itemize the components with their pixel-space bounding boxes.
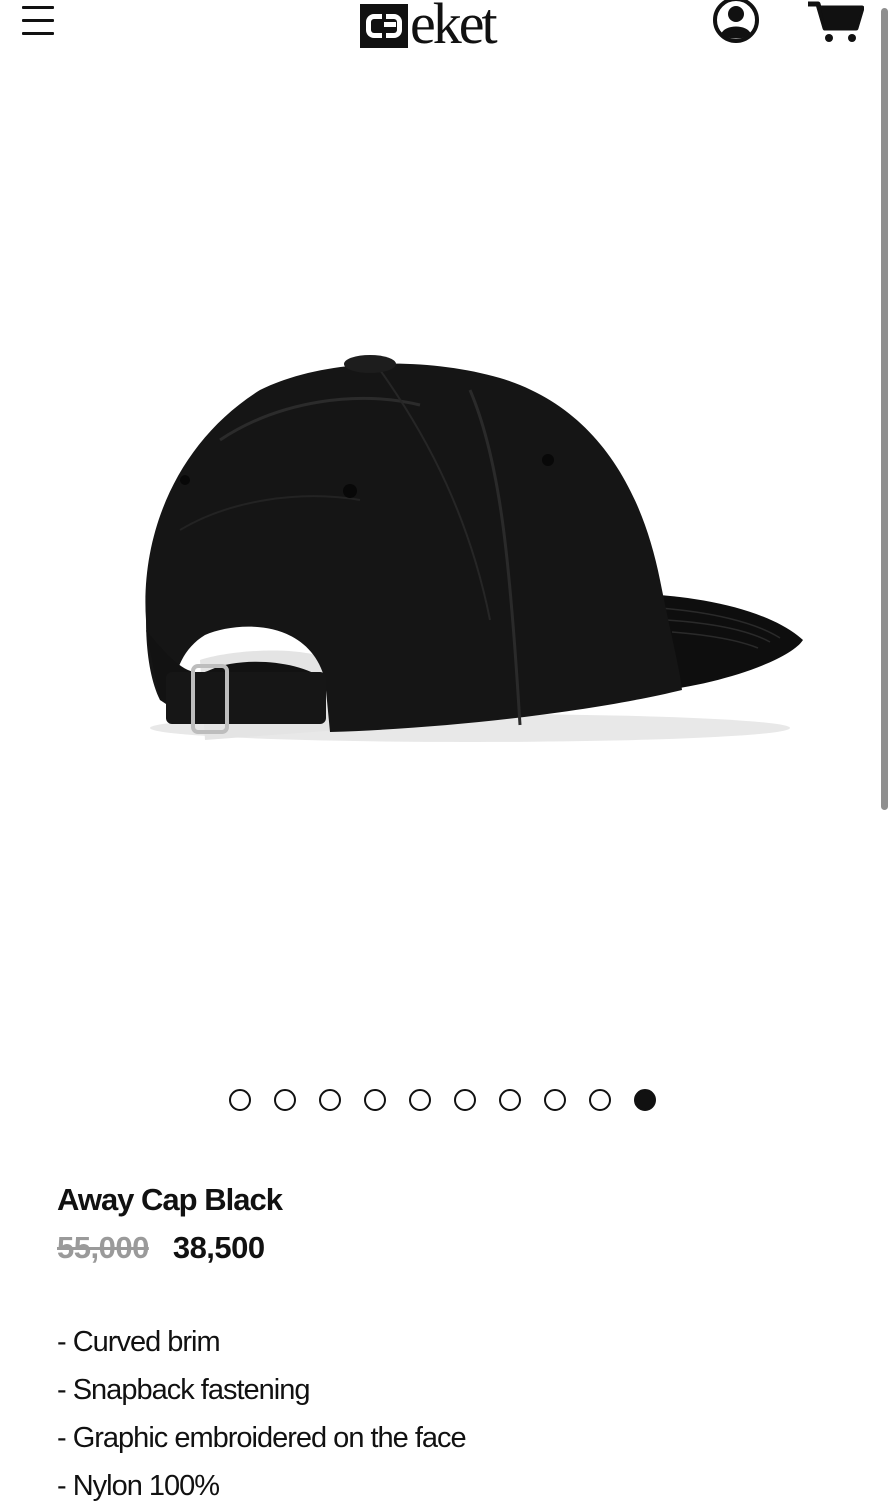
feature-list: - Curved brim - Snapback fastening - Gra… bbox=[57, 1318, 467, 1510]
feature-item: - Nylon 100% bbox=[57, 1470, 220, 1502]
logo-mark-icon bbox=[360, 4, 408, 48]
carousel-dot[interactable] bbox=[319, 1089, 341, 1111]
carousel-dot[interactable] bbox=[229, 1089, 251, 1111]
cart-icon[interactable] bbox=[806, 0, 864, 44]
carousel-dot[interactable] bbox=[544, 1089, 566, 1111]
feature-item: - Snapback fastening bbox=[57, 1374, 310, 1406]
product-image[interactable] bbox=[0, 60, 880, 1070]
site-header: eket bbox=[0, 0, 894, 56]
site-logo[interactable]: eket bbox=[360, 0, 498, 56]
logo-text: eket bbox=[410, 0, 498, 56]
carousel-dot[interactable] bbox=[364, 1089, 386, 1111]
carousel-dot[interactable] bbox=[409, 1089, 431, 1111]
carousel-dot[interactable] bbox=[454, 1089, 476, 1111]
price-row: 55,000 38,500 bbox=[57, 1230, 265, 1266]
carousel-dot[interactable] bbox=[589, 1089, 611, 1111]
hamburger-menu-icon[interactable] bbox=[22, 4, 56, 36]
feature-item: - Graphic embroidered on the face bbox=[57, 1422, 467, 1454]
original-price: 55,000 bbox=[57, 1230, 149, 1265]
account-icon[interactable] bbox=[712, 0, 760, 43]
feature-item: - Curved brim bbox=[57, 1326, 221, 1358]
carousel-dot-active[interactable] bbox=[634, 1089, 656, 1111]
carousel-dots bbox=[229, 1089, 656, 1115]
sale-price: 38,500 bbox=[172, 1230, 265, 1265]
carousel-dot[interactable] bbox=[274, 1089, 296, 1111]
product-title: Away Cap Black bbox=[57, 1182, 283, 1217]
scrollbar-thumb[interactable] bbox=[881, 8, 888, 810]
carousel-dot[interactable] bbox=[499, 1089, 521, 1111]
